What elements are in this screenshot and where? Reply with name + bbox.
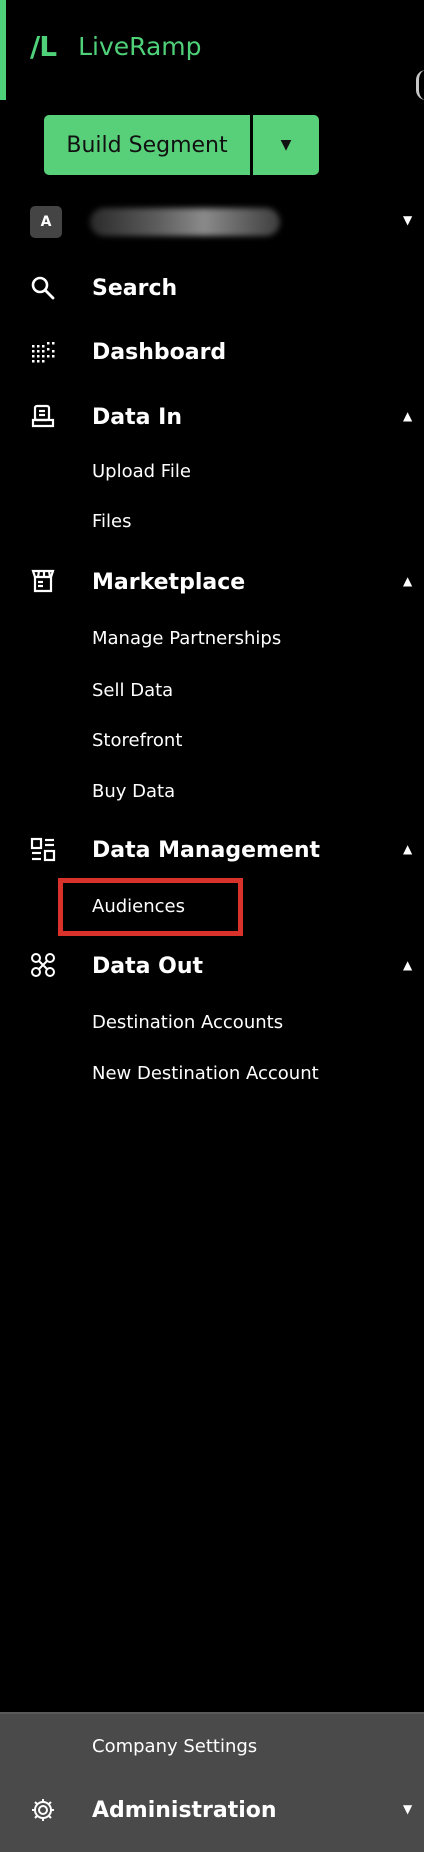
brand-logo[interactable]: /L LiveRamp <box>30 30 202 63</box>
nav-label: Search <box>92 275 178 301</box>
nav-label: Data In <box>92 404 182 430</box>
build-segment-dropdown-button[interactable]: ▼ <box>253 115 319 175</box>
nav-item-data-in[interactable]: Data In ▲ <box>0 397 424 437</box>
gear-icon <box>32 1799 54 1821</box>
highlight-box <box>58 878 243 936</box>
nav-subitem-upload-file[interactable]: Upload File <box>92 461 191 482</box>
nav-label: Administration <box>92 1797 277 1823</box>
account-name-blurred[interactable] <box>90 208 280 236</box>
liveramp-mark: /L <box>30 30 57 63</box>
nav-item-marketplace[interactable]: Marketplace ▲ <box>0 562 424 602</box>
data-management-icon <box>30 837 56 862</box>
nav-item-search[interactable]: Search <box>0 268 424 308</box>
nav-subitem-storefront[interactable]: Storefront <box>92 730 182 751</box>
nav-item-data-out[interactable]: Data Out ▲ <box>0 946 424 986</box>
nav-item-dashboard[interactable]: Dashboard <box>0 332 424 372</box>
build-segment-label: Build Segment <box>66 132 228 158</box>
chevron-up-icon[interactable]: ▲ <box>403 574 412 588</box>
chevron-up-icon[interactable]: ▲ <box>403 958 412 972</box>
chevron-down-icon[interactable]: ▼ <box>403 1802 412 1816</box>
bottom-panel: Company Settings Administration ▼ <box>0 1712 424 1852</box>
chevron-up-icon[interactable]: ▲ <box>403 842 412 856</box>
data-out-icon <box>31 953 55 977</box>
dashboard-icon <box>32 342 55 363</box>
divider <box>0 1712 424 1714</box>
build-segment-button[interactable]: Build Segment <box>44 115 250 175</box>
nav-item-data-management[interactable]: Data Management ▲ <box>0 830 424 870</box>
account-caret-down-icon[interactable]: ▼ <box>403 213 412 227</box>
brand-name: LiveRamp <box>78 32 202 61</box>
nav-subitem-files[interactable]: Files <box>92 511 132 532</box>
company-settings-link[interactable]: Company Settings <box>92 1736 257 1757</box>
nav-label: Data Management <box>92 837 321 863</box>
nav-subitem-buy-data[interactable]: Buy Data <box>92 781 175 802</box>
nav-subitem-new-destination-account[interactable]: New Destination Account <box>92 1063 319 1084</box>
page-title-edge <box>416 70 424 100</box>
nav-item-administration[interactable]: Administration ▼ <box>0 1790 424 1830</box>
chevron-up-icon[interactable]: ▲ <box>403 409 412 423</box>
active-indicator <box>0 0 6 100</box>
nav-label: Dashboard <box>92 339 227 365</box>
search-icon <box>31 276 55 300</box>
nav-subitem-sell-data[interactable]: Sell Data <box>92 680 173 701</box>
nav-label: Data Out <box>92 953 204 979</box>
nav-label: Marketplace <box>92 569 246 595</box>
account-avatar[interactable]: A <box>30 206 62 238</box>
chevron-down-icon: ▼ <box>280 137 292 153</box>
marketplace-icon <box>31 569 55 593</box>
data-in-icon <box>31 404 55 428</box>
nav-subitem-manage-partnerships[interactable]: Manage Partnerships <box>92 628 281 649</box>
nav-subitem-destination-accounts[interactable]: Destination Accounts <box>92 1012 283 1033</box>
